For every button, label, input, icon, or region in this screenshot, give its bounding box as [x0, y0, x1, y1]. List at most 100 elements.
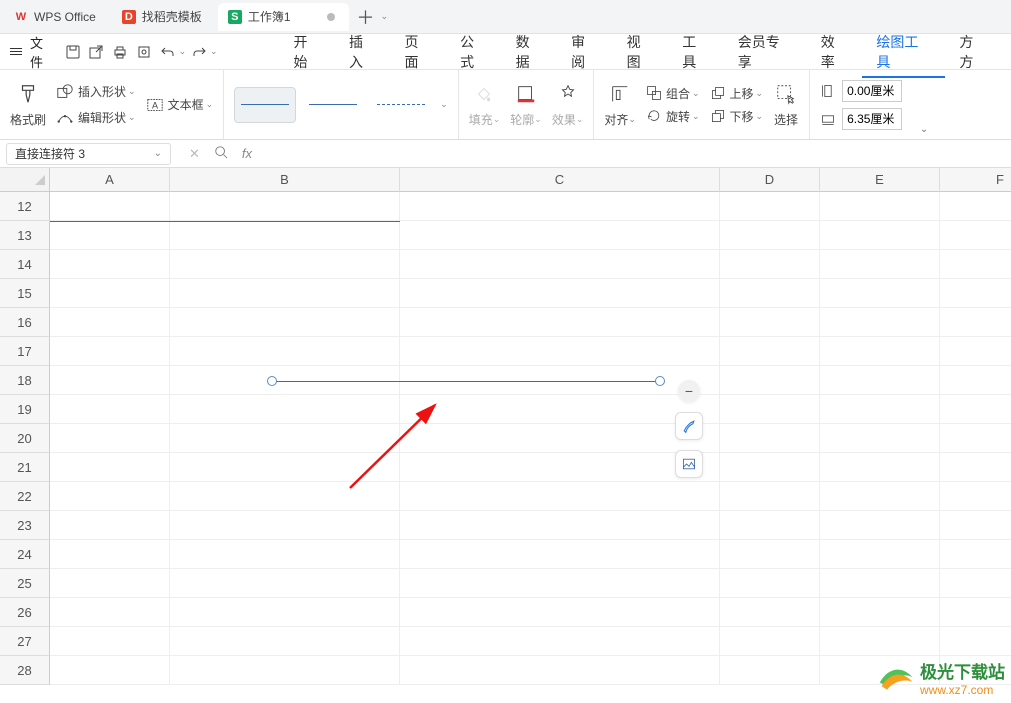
cell[interactable]: [50, 511, 170, 540]
row-header[interactable]: 20: [0, 424, 50, 453]
cell[interactable]: [50, 627, 170, 656]
select-all-corner[interactable]: [0, 168, 50, 192]
line-style-dashed[interactable]: [370, 87, 432, 123]
cell[interactable]: [400, 540, 720, 569]
edit-shape-button[interactable]: 编辑形状 ⌄: [56, 109, 136, 127]
cell[interactable]: [940, 569, 1011, 598]
cell[interactable]: [720, 569, 820, 598]
cell[interactable]: [50, 279, 170, 308]
tab-wps-office[interactable]: W WPS Office: [4, 3, 110, 31]
print-icon[interactable]: [109, 41, 131, 63]
row-header[interactable]: 21: [0, 453, 50, 482]
cell[interactable]: [50, 221, 170, 250]
row-header[interactable]: 22: [0, 482, 50, 511]
cell[interactable]: [50, 540, 170, 569]
row-header[interactable]: 12: [0, 192, 50, 221]
cell[interactable]: [720, 540, 820, 569]
styles-more-caret[interactable]: ⌄: [440, 99, 448, 110]
outline-button[interactable]: 轮廓⌄: [510, 81, 542, 128]
shape-handle-start[interactable]: [267, 376, 277, 386]
row-header[interactable]: 25: [0, 569, 50, 598]
cell[interactable]: [50, 192, 170, 221]
row-header[interactable]: 16: [0, 308, 50, 337]
cell[interactable]: [50, 395, 170, 424]
row-header[interactable]: 27: [0, 627, 50, 656]
menu-more[interactable]: 方方: [945, 26, 1001, 78]
row-header[interactable]: 23: [0, 511, 50, 540]
cell[interactable]: [400, 598, 720, 627]
cell[interactable]: [940, 308, 1011, 337]
cell[interactable]: [720, 250, 820, 279]
file-menu[interactable]: 文件: [10, 33, 60, 71]
cell[interactable]: [940, 482, 1011, 511]
name-box[interactable]: 直接连接符 3 ⌄: [6, 143, 171, 165]
fx-label[interactable]: fx: [242, 146, 252, 161]
cell[interactable]: [50, 366, 170, 395]
row-header[interactable]: 15: [0, 279, 50, 308]
row-header[interactable]: 28: [0, 656, 50, 685]
cell[interactable]: [940, 511, 1011, 540]
cell[interactable]: [820, 540, 940, 569]
ribbon-collapse-caret[interactable]: ⌄: [912, 70, 936, 139]
cell[interactable]: [170, 279, 400, 308]
width-field[interactable]: [820, 108, 902, 130]
cell[interactable]: [820, 279, 940, 308]
column-header[interactable]: E: [820, 168, 940, 192]
cancel-icon[interactable]: ✕: [189, 146, 200, 162]
row-header[interactable]: 19: [0, 395, 50, 424]
cell[interactable]: [820, 337, 940, 366]
column-header[interactable]: F: [940, 168, 1011, 192]
cell[interactable]: [400, 511, 720, 540]
cell[interactable]: [170, 308, 400, 337]
cell[interactable]: [940, 424, 1011, 453]
cell[interactable]: [170, 337, 400, 366]
height-field[interactable]: [820, 80, 902, 102]
cell[interactable]: [170, 221, 400, 250]
line-shape[interactable]: [272, 381, 660, 382]
undo-icon[interactable]: [157, 41, 179, 63]
cell[interactable]: [820, 192, 940, 221]
fill-button[interactable]: 填充⌄: [469, 81, 501, 128]
cell[interactable]: [720, 598, 820, 627]
cell[interactable]: [170, 511, 400, 540]
cell[interactable]: [820, 250, 940, 279]
cell[interactable]: [820, 627, 940, 656]
row-header[interactable]: 18: [0, 366, 50, 395]
cell[interactable]: [820, 598, 940, 627]
tab-workbook[interactable]: S 工作簿1: [218, 3, 349, 31]
cell[interactable]: [940, 627, 1011, 656]
cell[interactable]: [720, 366, 820, 395]
row-header[interactable]: 14: [0, 250, 50, 279]
float-style-button[interactable]: [675, 412, 703, 440]
align-button[interactable]: 对齐⌄: [604, 81, 636, 128]
cell[interactable]: [400, 656, 720, 685]
cell[interactable]: [720, 453, 820, 482]
cell[interactable]: [940, 598, 1011, 627]
cell[interactable]: [820, 453, 940, 482]
cell[interactable]: [940, 395, 1011, 424]
move-up-button[interactable]: 上移⌄: [710, 85, 764, 102]
cell[interactable]: [400, 279, 720, 308]
insert-shape-button[interactable]: 插入形状 ⌄: [56, 83, 136, 101]
cell[interactable]: [720, 511, 820, 540]
format-painter-button[interactable]: 格式刷: [10, 81, 46, 128]
cell[interactable]: [400, 337, 720, 366]
cell[interactable]: [170, 250, 400, 279]
cell[interactable]: [50, 424, 170, 453]
cell[interactable]: [940, 279, 1011, 308]
float-collapse-button[interactable]: −: [678, 380, 700, 402]
zoom-icon[interactable]: [214, 145, 228, 162]
cell[interactable]: [170, 656, 400, 685]
column-header[interactable]: D: [720, 168, 820, 192]
effect-button[interactable]: 效果⌄: [552, 81, 584, 128]
cell[interactable]: [820, 308, 940, 337]
float-image-button[interactable]: [675, 450, 703, 478]
move-down-button[interactable]: 下移⌄: [710, 108, 764, 125]
cell[interactable]: [820, 366, 940, 395]
cell[interactable]: [400, 250, 720, 279]
cell[interactable]: [940, 192, 1011, 221]
row-header[interactable]: 24: [0, 540, 50, 569]
cell[interactable]: [400, 192, 720, 221]
cell[interactable]: [50, 569, 170, 598]
line-style-solid-2[interactable]: [302, 87, 364, 123]
